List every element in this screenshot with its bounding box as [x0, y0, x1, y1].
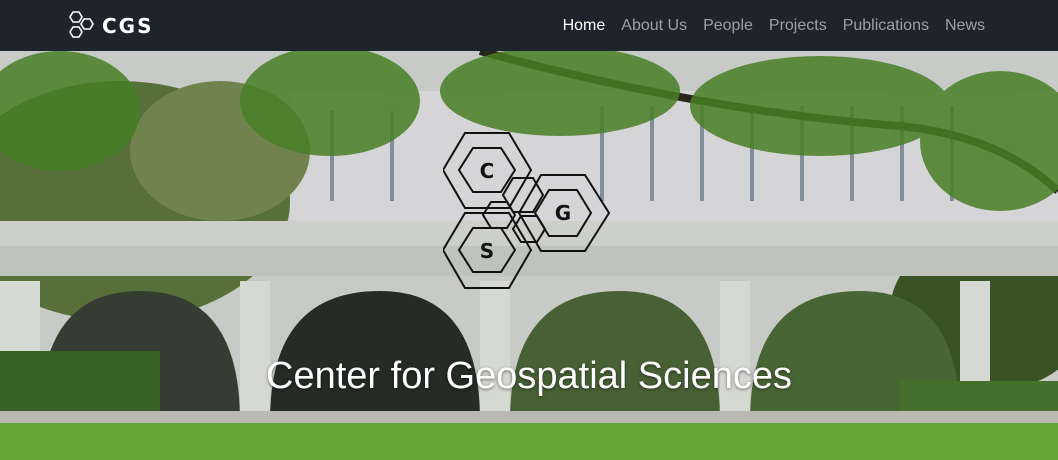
nav-link-publications[interactable]: Publications — [843, 17, 929, 35]
nav-link-people[interactable]: People — [703, 17, 753, 35]
top-navbar: CGS Home About Us People Projects Public… — [0, 0, 1058, 51]
brand-logo-link[interactable]: CGS — [64, 10, 154, 42]
nav-link-home[interactable]: Home — [563, 17, 606, 35]
logo-letter-g: G — [555, 201, 571, 225]
hero-banner: C G S Center for Geospatial Sciences — [0, 51, 1058, 460]
brand-name: CGS — [102, 13, 154, 38]
logo-letter-s: S — [480, 239, 494, 263]
nav-link-about-us[interactable]: About Us — [621, 17, 687, 35]
logo-letter-c: C — [480, 159, 495, 183]
nav-link-projects[interactable]: Projects — [769, 17, 827, 35]
cgs-hexagon-logo-icon: C G S — [443, 132, 611, 289]
hexagon-logo-icon — [69, 10, 94, 38]
nav-links: Home About Us People Projects Publicatio… — [563, 0, 985, 51]
hero-title: Center for Geospatial Sciences — [266, 355, 792, 398]
nav-link-news[interactable]: News — [945, 17, 985, 35]
